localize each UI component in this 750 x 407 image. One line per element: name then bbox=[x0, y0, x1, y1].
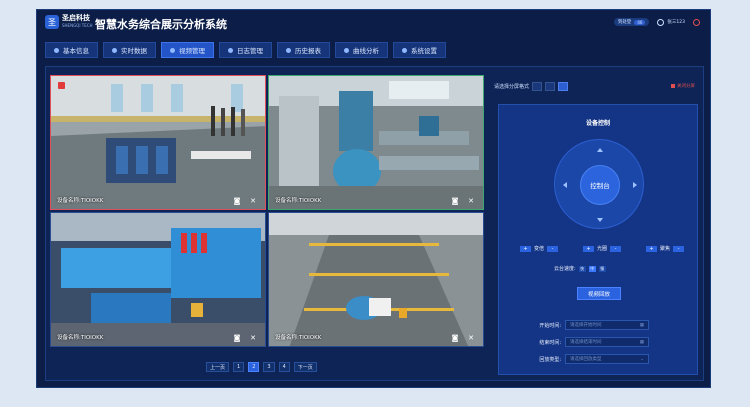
top-bar: 圣 圣启科技 SHENGQI TECH 智慧水务综合展示分析系统 到处登 46 … bbox=[37, 10, 710, 36]
camera-feed bbox=[51, 76, 265, 209]
user-menu[interactable]: 张三123 bbox=[657, 18, 685, 26]
notice-label: 到处登 bbox=[617, 20, 632, 25]
next-page-button[interactable]: 下一页 bbox=[293, 362, 317, 372]
camera-label: 设备名称:TIOIOKK bbox=[57, 335, 104, 341]
split-label: 请选择分屏格式 bbox=[494, 84, 530, 90]
location-icon bbox=[54, 47, 59, 53]
notice-pill[interactable]: 到处登 46 bbox=[613, 18, 650, 26]
arrow-up-icon[interactable] bbox=[597, 148, 603, 152]
split-9-option[interactable] bbox=[558, 82, 569, 91]
focus-plus-button[interactable]: + bbox=[645, 245, 657, 252]
nav-item-system-settings[interactable]: 系统设置 bbox=[393, 42, 446, 58]
clock-icon bbox=[112, 47, 117, 53]
video-cell[interactable]: 设备名称:TIOIOKK ◙ ✕ bbox=[50, 212, 266, 347]
folder-icon bbox=[286, 47, 291, 53]
page-title: 智慧水务综合展示分析系统 bbox=[95, 18, 227, 31]
logo-name: 圣启科技 bbox=[62, 14, 90, 22]
focus-minus-button[interactable]: - bbox=[672, 245, 684, 252]
arrow-left-icon[interactable] bbox=[563, 182, 567, 188]
video-cell[interactable]: 设备名称:TIOIOKK ◙ ✕ bbox=[268, 212, 484, 347]
main-nav: 基本信息 实时数据 视频管理 日志管理 历史报表 曲线分析 系统设置 bbox=[45, 42, 451, 58]
camera-feed bbox=[269, 213, 483, 346]
camera-snapshot-icon[interactable]: ◙ bbox=[233, 334, 241, 342]
split-selector: 请选择分屏格式 bbox=[494, 82, 569, 91]
calendar-icon: ▦ bbox=[639, 339, 644, 345]
page-button-4[interactable]: 4 bbox=[278, 362, 290, 372]
split-1-option[interactable] bbox=[532, 82, 543, 91]
exit-icon bbox=[671, 84, 675, 88]
aperture-control: + 光圈 - bbox=[580, 245, 624, 252]
close-icon[interactable]: ✕ bbox=[249, 334, 257, 342]
main-content: 设备名称:TIOIOKK ◙ ✕ 设备名称:TIOIOKK ◙ ✕ 设备名称:T… bbox=[45, 66, 704, 381]
panel-title: 设备控制 bbox=[585, 120, 610, 127]
exit-split-button[interactable]: 关闭分屏 bbox=[671, 83, 695, 89]
camera-label: 设备名称:TIOIOKK bbox=[275, 198, 322, 204]
prev-page-button[interactable]: 上一页 bbox=[206, 362, 230, 372]
page-button-3[interactable]: 3 bbox=[263, 362, 275, 372]
ptz-speed: 云台速度: 快 中 慢 bbox=[554, 265, 606, 272]
chart-icon bbox=[344, 47, 349, 53]
close-icon[interactable]: ✕ bbox=[467, 197, 475, 205]
pagination: 上一页 1 2 3 4 下一页 bbox=[206, 362, 321, 372]
speed-medium-option[interactable]: 中 bbox=[588, 265, 596, 272]
arrow-down-icon[interactable] bbox=[597, 218, 603, 222]
video-replay-button[interactable]: 视频回放 bbox=[577, 287, 621, 300]
close-icon[interactable]: ✕ bbox=[467, 334, 475, 342]
camera-label: 设备名称:TIOIOKK bbox=[57, 198, 104, 204]
replay-type-row: 回放类型: 请选择回放类型 ⌄ bbox=[521, 354, 649, 364]
page-button-1[interactable]: 1 bbox=[233, 362, 245, 372]
logo-subname: SHENGQI TECH bbox=[62, 23, 93, 28]
nav-item-history-report[interactable]: 历史报表 bbox=[277, 42, 330, 58]
logo: 圣 圣启科技 SHENGQI TECH bbox=[45, 15, 93, 29]
nav-item-realtime-data[interactable]: 实时数据 bbox=[103, 42, 156, 58]
record-icon bbox=[58, 82, 65, 89]
zoom-control: + 变倍 - bbox=[517, 245, 561, 252]
notice-count: 46 bbox=[634, 19, 646, 25]
logo-icon: 圣 bbox=[45, 15, 59, 29]
nav-item-basic-info[interactable]: 基本信息 bbox=[45, 42, 98, 58]
arrow-right-icon[interactable] bbox=[633, 182, 637, 188]
camera-label: 设备名称:TIOIOKK bbox=[275, 335, 322, 341]
app-window: 圣 圣启科技 SHENGQI TECH 智慧水务综合展示分析系统 到处登 46 … bbox=[36, 9, 711, 388]
camera-snapshot-icon[interactable]: ◙ bbox=[451, 197, 459, 205]
zoom-out-button[interactable]: - bbox=[547, 245, 559, 252]
device-control-panel: 设备控制 控制台 + 变倍 - + 光圈 - + 聚焦 - 云台速度: 快 中 … bbox=[498, 104, 698, 375]
nav-item-curve-analysis[interactable]: 曲线分析 bbox=[335, 42, 388, 58]
end-time-input[interactable]: 请选择结束时间 ▦ bbox=[565, 337, 649, 347]
video-cell[interactable]: 设备名称:TIOIOKK ◙ ✕ bbox=[268, 75, 484, 210]
power-icon[interactable] bbox=[693, 18, 700, 26]
user-icon bbox=[657, 18, 665, 26]
replay-type-select[interactable]: 请选择回放类型 ⌄ bbox=[565, 354, 649, 364]
split-4-option[interactable] bbox=[545, 82, 556, 91]
video-cell[interactable]: 设备名称:TIOIOKK ◙ ✕ bbox=[50, 75, 266, 210]
aperture-plus-button[interactable]: + bbox=[582, 245, 594, 252]
end-time-row: 结束时间: 请选择结束时间 ▦ bbox=[521, 337, 649, 347]
camera-feed bbox=[51, 213, 265, 346]
camera-snapshot-icon[interactable]: ◙ bbox=[233, 197, 241, 205]
ptz-dpad: 控制台 bbox=[554, 139, 644, 229]
speed-slow-option[interactable]: 慢 bbox=[598, 265, 606, 272]
pin-icon bbox=[170, 47, 175, 53]
start-time-row: 开始时间: 请选择开始时间 ▦ bbox=[521, 320, 649, 330]
gear-icon bbox=[402, 47, 407, 53]
chevron-down-icon: ⌄ bbox=[640, 356, 644, 362]
start-time-input[interactable]: 请选择开始时间 ▦ bbox=[565, 320, 649, 330]
camera-snapshot-icon[interactable]: ◙ bbox=[451, 334, 459, 342]
camera-feed bbox=[269, 76, 483, 209]
nav-item-log-management[interactable]: 日志管理 bbox=[219, 42, 272, 58]
zoom-in-button[interactable]: + bbox=[520, 245, 531, 252]
lens-controls: + 变倍 - + 光圈 - + 聚焦 - bbox=[517, 245, 687, 252]
focus-control: + 聚焦 - bbox=[643, 245, 687, 252]
close-icon[interactable]: ✕ bbox=[249, 197, 257, 205]
user-name: 张三123 bbox=[667, 20, 685, 25]
grid-icon bbox=[228, 47, 233, 53]
page-button-2[interactable]: 2 bbox=[248, 362, 260, 372]
nav-item-video-management[interactable]: 视频管理 bbox=[161, 42, 214, 58]
console-button[interactable]: 控制台 bbox=[580, 165, 620, 205]
video-grid: 设备名称:TIOIOKK ◙ ✕ 设备名称:TIOIOKK ◙ ✕ 设备名称:T… bbox=[50, 75, 484, 347]
aperture-minus-button[interactable]: - bbox=[610, 245, 621, 252]
calendar-icon: ▦ bbox=[639, 322, 644, 328]
speed-fast-option[interactable]: 快 bbox=[578, 265, 586, 272]
